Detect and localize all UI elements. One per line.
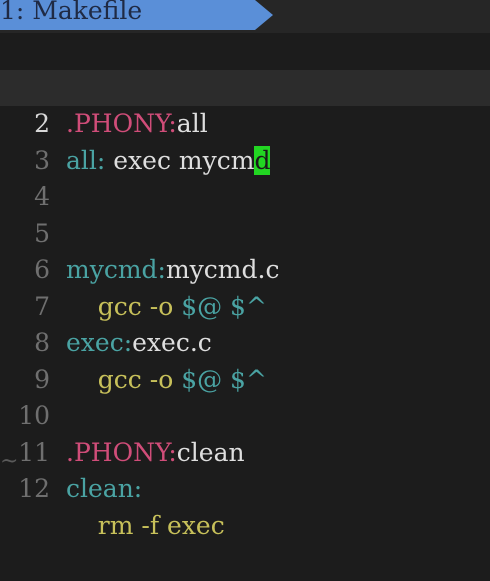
code-area[interactable]: 1 .PHONY:all 2 all: exec mycmd 3 4 5 myc… xyxy=(0,33,490,540)
line-number: 12 xyxy=(18,474,50,503)
end-of-buffer-marker: ~ xyxy=(0,449,19,474)
tab-makefile[interactable]: 1: Makefile xyxy=(0,0,255,30)
tab-label: 1: Makefile xyxy=(0,0,143,25)
tabline: 1: Makefile xyxy=(0,0,490,33)
code-line[interactable]: 4 xyxy=(0,143,490,211)
code-line[interactable]: 3 xyxy=(0,106,490,175)
tab-separator-arrow xyxy=(255,0,273,30)
code-line[interactable]: 8 gcc -o $@ $^ xyxy=(0,289,490,394)
code-line[interactable]: 9 xyxy=(0,325,490,394)
code-line[interactable]: 5 mycmd:mycmd.c xyxy=(0,179,490,285)
code-line[interactable]: 11 clean: xyxy=(0,398,490,504)
code-line[interactable]: 12 rm -f exec xyxy=(0,435,490,540)
vim-editor[interactable]: 1: Makefile 1 .PHONY:all 2 all: exec myc… xyxy=(0,0,490,540)
recipe-command: rm -f exec xyxy=(66,510,225,540)
code-line[interactable]: 10 .PHONY:clean xyxy=(0,362,490,467)
code-line[interactable]: 6 gcc -o $@ $^ xyxy=(0,216,490,321)
current-line[interactable]: 2 all: exec mycmd xyxy=(0,69,490,175)
code-line[interactable]: 7 exec:exec.c xyxy=(0,252,490,358)
target-name: clean: xyxy=(66,474,143,503)
code-line[interactable]: 1 .PHONY:all xyxy=(0,33,490,139)
